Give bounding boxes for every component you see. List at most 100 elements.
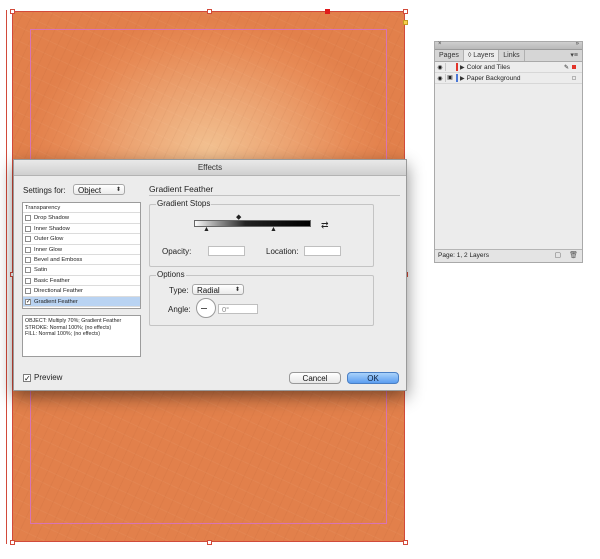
options-group: Options	[149, 270, 374, 326]
effect-drop-shadow[interactable]: Drop Shadow	[23, 213, 140, 224]
selection-handle-anchor[interactable]	[325, 9, 330, 14]
layer-row[interactable]: ◉ ▶ Color and Tiles ✎	[435, 62, 582, 73]
preview-checkbox[interactable]: ✓	[23, 373, 31, 382]
effect-checkbox[interactable]	[25, 288, 31, 295]
angle-dial-icon[interactable]	[196, 298, 216, 318]
effect-inner-glow[interactable]: Inner Glow	[23, 245, 140, 255]
tab-pages[interactable]: Pages	[435, 50, 464, 61]
selection-indicator[interactable]	[572, 65, 576, 69]
options-title: Options	[156, 270, 186, 279]
effect-checkbox[interactable]	[25, 225, 31, 232]
reverse-gradient-icon[interactable]: ⇄	[321, 220, 329, 231]
cancel-button[interactable]: Cancel	[289, 372, 341, 384]
layer-row[interactable]: ◉ ▣ ▶ Paper Background	[435, 73, 582, 84]
effect-checkbox[interactable]	[25, 256, 31, 263]
dialog-title[interactable]: Effects	[14, 160, 406, 176]
panel-titlebar[interactable]: × »	[435, 41, 582, 50]
angle-label: Angle:	[168, 305, 191, 314]
opacity-label: Opacity:	[162, 247, 192, 256]
gradient-stop-right[interactable]: ▲	[270, 226, 277, 233]
expand-triangle-icon[interactable]: ▶	[460, 64, 465, 71]
effect-label: Bevel and Emboss	[34, 256, 83, 263]
effect-transparency[interactable]: Transparency	[23, 203, 140, 214]
trash-icon[interactable]: 🗑	[569, 250, 578, 262]
effect-checkbox[interactable]	[25, 267, 31, 274]
effects-summary: OBJECT: Multiply 70%; Gradient Feather S…	[22, 315, 141, 357]
selection-handle[interactable]	[10, 9, 15, 14]
expand-triangle-icon[interactable]: ▶	[460, 75, 465, 82]
layer-color-swatch	[456, 63, 458, 71]
effect-checkbox[interactable]	[25, 236, 31, 243]
effect-label: Basic Feather	[34, 277, 70, 284]
collapse-panel-icon[interactable]: »	[576, 41, 579, 47]
effect-label: Inner Glow	[34, 246, 63, 253]
effect-inner-shadow[interactable]: Inner Shadow	[23, 224, 140, 235]
preview-toggle[interactable]: ✓ Preview	[23, 373, 62, 382]
preview-label: Preview	[34, 373, 63, 382]
location-label: Location:	[266, 247, 299, 256]
effect-satin[interactable]: Satin	[23, 265, 140, 276]
summary-line: OBJECT: Multiply 70%; Gradient Feather	[25, 318, 122, 324]
angle-field[interactable]: 0°	[218, 304, 258, 314]
effect-checkbox[interactable]	[25, 215, 31, 222]
opacity-field[interactable]	[208, 246, 245, 256]
gradient-stop-left[interactable]: ▲	[203, 226, 210, 233]
new-layer-icon[interactable]: ▢	[554, 250, 561, 262]
effect-label: Gradient Feather	[34, 298, 78, 305]
effect-outer-glow[interactable]: Outer Glow	[23, 234, 140, 245]
panel-footer: Page: 1, 2 Layers ▢ 🗑	[435, 249, 582, 262]
settings-for-label: Settings for:	[23, 186, 66, 195]
summary-line: STROKE: Normal 100%; (no effects)	[25, 324, 112, 331]
layers-status: Page: 1, 2 Layers	[438, 252, 489, 259]
location-field[interactable]	[304, 246, 341, 256]
settings-for-value: Object	[78, 186, 102, 195]
settings-for-select[interactable]: Object ⬍	[73, 184, 125, 195]
frame-edge	[6, 10, 7, 544]
layer-name[interactable]: Paper Background	[467, 75, 521, 82]
midpoint-diamond-icon[interactable]: ◆	[236, 213, 241, 221]
effect-label: Drop Shadow	[34, 215, 70, 222]
effect-label: Satin	[34, 267, 48, 274]
effect-bevel-emboss[interactable]: Bevel and Emboss	[23, 255, 140, 266]
gradient-stops-group: Gradient Stops	[149, 199, 374, 267]
tab-layers[interactable]: ◊ Layers	[463, 50, 500, 61]
panel-menu-icon[interactable]: ▾≡	[570, 50, 578, 61]
effect-label: Inner Shadow	[34, 225, 70, 232]
effect-basic-feather[interactable]: Basic Feather	[23, 276, 140, 287]
type-label: Type:	[169, 286, 189, 295]
selection-handle[interactable]	[403, 9, 408, 14]
lock-toggle[interactable]	[445, 63, 454, 71]
effect-checkbox[interactable]	[25, 277, 31, 284]
section-title: Gradient Feather	[149, 184, 214, 194]
type-select[interactable]: Radial ⬍	[192, 284, 244, 295]
selection-handle[interactable]	[10, 540, 15, 545]
eye-icon[interactable]: ◉	[435, 75, 445, 82]
eye-icon[interactable]: ◉	[435, 64, 445, 71]
effect-checkbox[interactable]	[25, 246, 31, 253]
effect-gradient-feather[interactable]: ✓ Gradient Feather	[23, 296, 140, 307]
effect-checkbox-checked[interactable]: ✓	[25, 298, 31, 305]
close-panel-icon[interactable]: ×	[438, 41, 442, 47]
effect-label: Outer Glow	[34, 236, 64, 243]
updown-arrows-icon: ⬍	[115, 187, 121, 193]
tab-links[interactable]: Links	[499, 50, 525, 61]
lock-icon[interactable]: ▣	[445, 74, 454, 82]
layer-name[interactable]: Color and Tiles	[467, 64, 510, 71]
selection-handle[interactable]	[403, 540, 408, 545]
selection-handle[interactable]	[207, 9, 212, 14]
effects-list: Transparency Drop Shadow Inner Shadow Ou…	[22, 202, 141, 309]
divider	[149, 195, 400, 196]
gradient-ramp[interactable]	[194, 220, 311, 227]
frame-out-port[interactable]	[403, 20, 408, 25]
updown-arrows-icon: ⬍	[234, 287, 240, 293]
effect-directional-feather[interactable]: Directional Feather	[23, 286, 140, 297]
selection-handle[interactable]	[207, 540, 212, 545]
effect-label: Directional Feather	[34, 288, 83, 295]
type-value: Radial	[197, 286, 220, 295]
layers-panel: × » Pages ◊ Layers Links ▾≡ ◉ ▶ Color an…	[434, 41, 583, 263]
panel-tabs: Pages ◊ Layers Links ▾≡	[435, 50, 582, 62]
ok-button[interactable]: OK	[347, 372, 399, 384]
selection-indicator[interactable]	[572, 76, 576, 80]
effects-dialog: Effects Settings for: Object ⬍ Transpare…	[13, 159, 407, 391]
layer-color-swatch	[456, 74, 458, 82]
